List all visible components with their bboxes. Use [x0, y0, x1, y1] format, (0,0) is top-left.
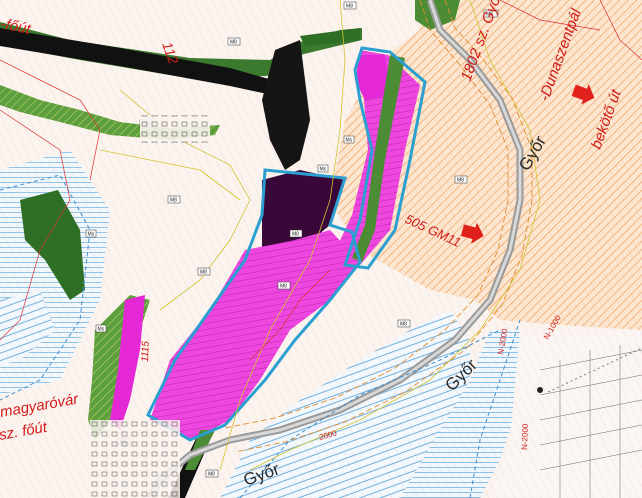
zone-code: M8	[280, 284, 287, 290]
zone-code: M8	[400, 322, 407, 328]
zone-code: M8	[200, 270, 207, 276]
zone-code: M8	[292, 232, 299, 238]
zone-code: Ms	[98, 327, 105, 333]
road-label: 1115	[140, 341, 152, 363]
zone-code: M8	[457, 178, 464, 184]
zone-code: M8	[346, 4, 353, 10]
cadastral-zoning-map[interactable]: M8 M8 M8 M8 M8 M8 M8 M8 Ms Ms Ms Ms M8 M…	[0, 0, 642, 498]
zone-code: Ms	[320, 167, 327, 173]
chainage-label: N-2000	[520, 423, 530, 450]
zone-code: Ms	[88, 232, 95, 238]
village-settlement	[140, 115, 210, 143]
zone-code: M8	[230, 40, 237, 46]
zone-code: M8	[208, 472, 215, 478]
zone-code: Ms	[346, 138, 353, 144]
survey-point-marker	[537, 387, 543, 393]
map-viewport[interactable]: M8 M8 M8 M8 M8 M8 M8 M8 Ms Ms Ms Ms M8 M…	[0, 0, 642, 498]
settlement-bottom-left	[90, 420, 180, 498]
zone-code: M8	[170, 198, 177, 204]
